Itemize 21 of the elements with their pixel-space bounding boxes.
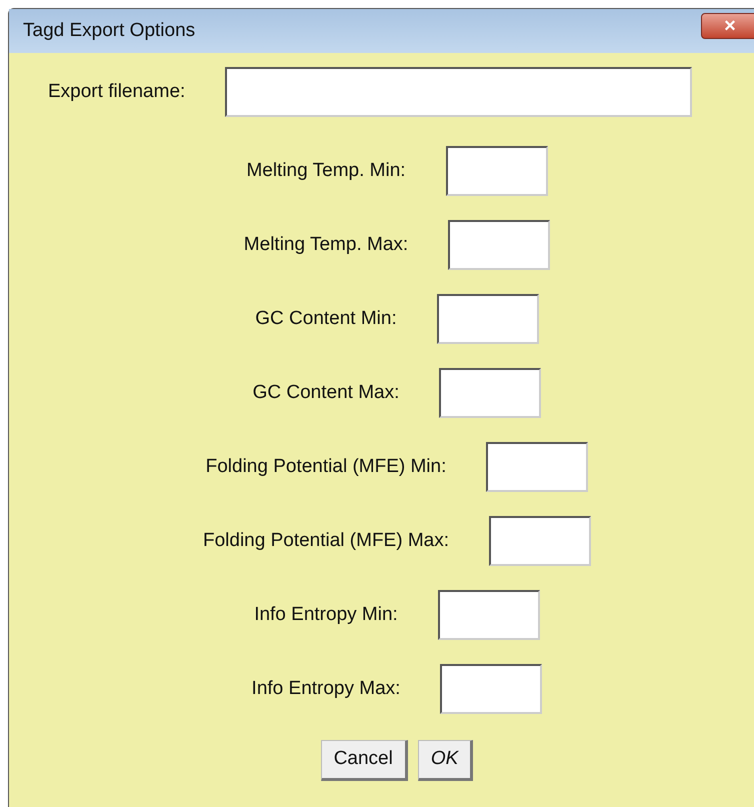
- input-field[interactable]: [448, 220, 550, 270]
- field-label: Info Entropy Max:: [252, 676, 400, 701]
- field-label: Folding Potential (MFE) Min:: [206, 454, 446, 479]
- input-field[interactable]: [486, 442, 588, 492]
- input-field[interactable]: [446, 146, 548, 196]
- field-label: GC Content Min:: [255, 306, 397, 331]
- field-label: Export filename:: [48, 80, 186, 104]
- input-field[interactable]: [489, 516, 592, 566]
- input-field[interactable]: [440, 664, 542, 714]
- field-label: Folding Potential (MFE) Max:: [202, 528, 450, 553]
- input-field[interactable]: [436, 294, 539, 344]
- field-label: Melting Temp. Max:: [244, 232, 408, 257]
- window-title: Tagd Export Options: [23, 18, 196, 43]
- cancel-button[interactable]: Cancel: [320, 740, 408, 780]
- ok-button[interactable]: OK: [418, 740, 474, 780]
- input-field[interactable]: [438, 590, 540, 640]
- field-label: GC Content Max:: [252, 380, 400, 405]
- input-field[interactable]: [439, 368, 542, 418]
- filename-field[interactable]: [225, 67, 692, 117]
- field-label: Melting Temp. Min:: [246, 158, 406, 183]
- field-label: Info Entropy Min:: [254, 602, 398, 627]
